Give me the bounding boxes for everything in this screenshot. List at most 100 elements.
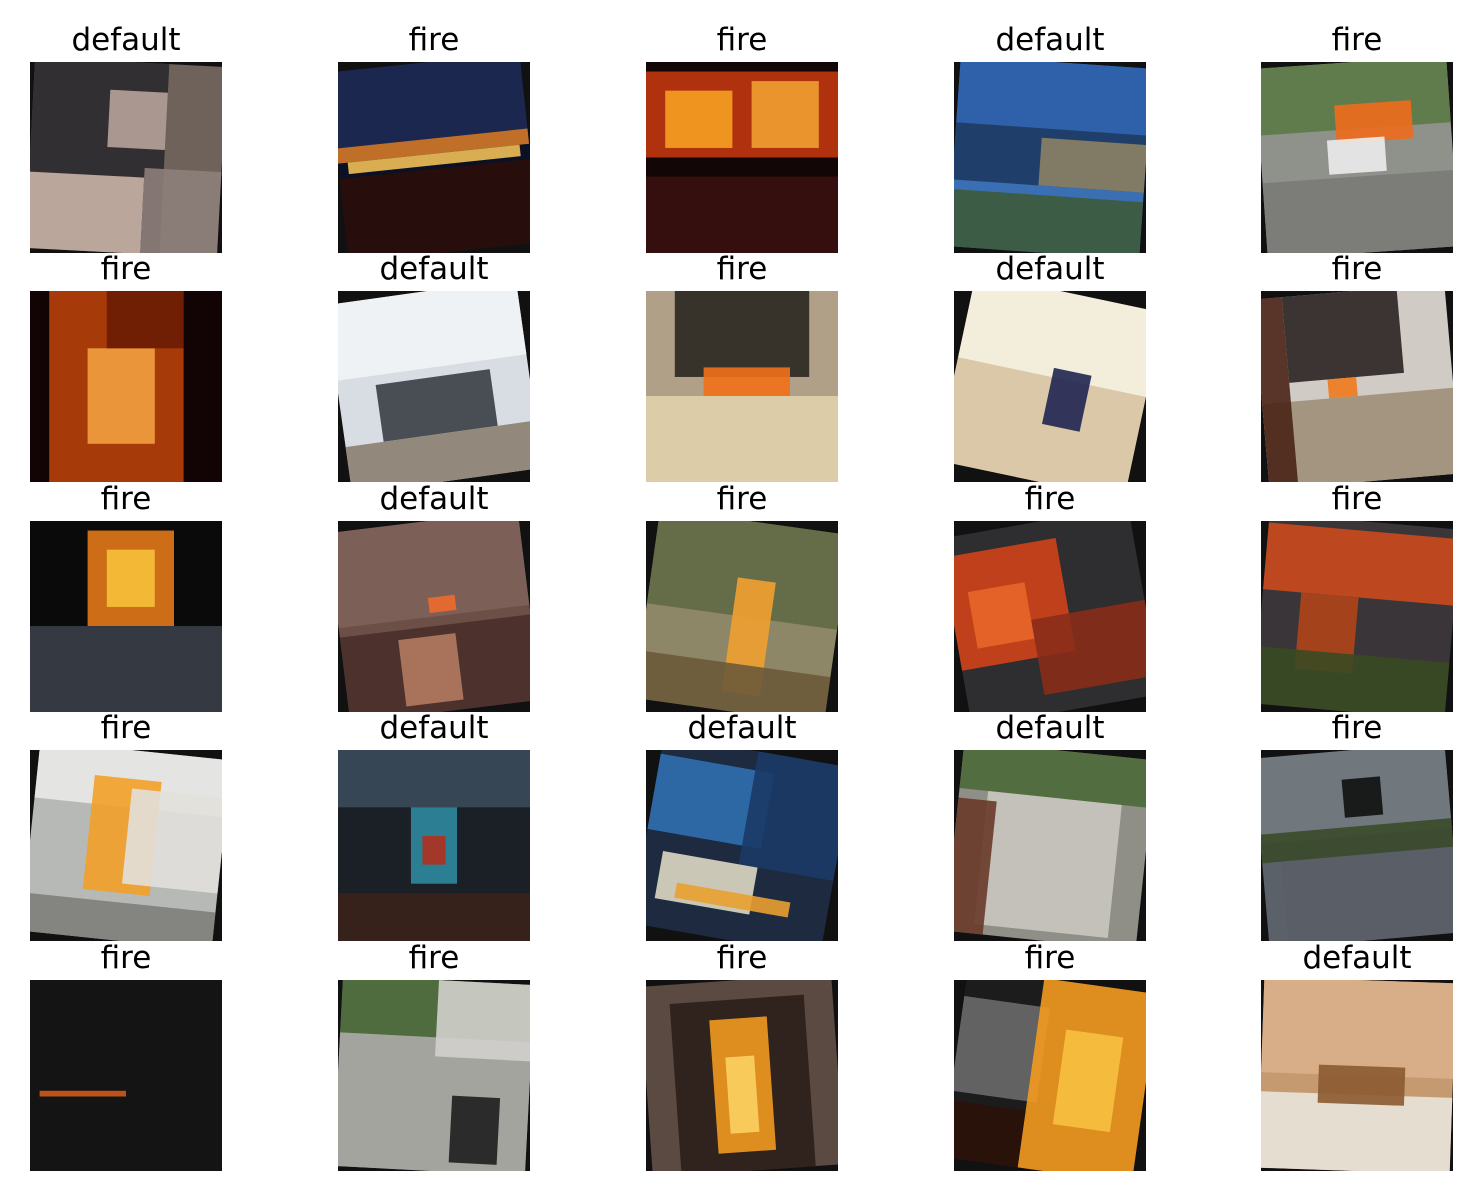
photo [646,62,838,253]
image-label: fire [408,22,460,58]
image-tile: default [954,229,1146,482]
photo [30,980,222,1171]
image-thumbnail [646,980,838,1171]
image-thumbnail [1261,521,1453,712]
photo [646,291,838,482]
image-tile: default [338,459,530,712]
image-thumbnail [646,750,838,941]
image-label: fire [716,251,768,287]
image-tile: default [1261,918,1453,1171]
image-tile: fire [30,229,222,482]
image-tile: fire [1261,459,1453,712]
image-thumbnail [30,62,222,253]
image-label: default [379,481,489,517]
image-tile: fire [954,918,1146,1171]
image-thumbnail [646,291,838,482]
image-tile: fire [30,459,222,712]
image-thumbnail [338,291,530,482]
photo [646,980,838,1171]
image-thumbnail [954,62,1146,253]
image-label: default [995,22,1105,58]
photo [30,750,222,941]
image-label: fire [1331,481,1383,517]
image-label: default [379,710,489,746]
photo [338,291,530,482]
photo [1261,291,1453,482]
photo [954,980,1146,1171]
image-tile: default [646,688,838,941]
image-label: fire [100,710,152,746]
image-tile: fire [1261,688,1453,941]
image-tile: default [954,0,1146,253]
photo [1261,980,1453,1171]
image-label: fire [100,251,152,287]
image-thumbnail [338,980,530,1171]
image-tile: default [338,229,530,482]
photo [338,980,530,1171]
image-label: fire [716,940,768,976]
photo [338,750,530,941]
image-tile: fire [646,918,838,1171]
photo [1261,62,1453,253]
image-thumbnail [954,521,1146,712]
image-label: default [1302,940,1412,976]
photo [1261,521,1453,712]
image-label: fire [1331,710,1383,746]
image-tile: fire [30,918,222,1171]
image-label: fire [1331,251,1383,287]
image-thumbnail [954,750,1146,941]
image-label: default [71,22,181,58]
image-tile: default [338,688,530,941]
image-thumbnail [338,750,530,941]
image-thumbnail [338,521,530,712]
image-label: default [379,251,489,287]
image-thumbnail [30,521,222,712]
photo [30,62,222,253]
photo [30,291,222,482]
image-tile: default [30,0,222,253]
image-tile: fire [338,918,530,1171]
image-thumbnail [30,750,222,941]
photo [646,750,838,941]
image-tile: fire [954,459,1146,712]
image-tile: fire [1261,0,1453,253]
image-label: default [687,710,797,746]
image-tile: default [954,688,1146,941]
photo [338,521,530,712]
photo [954,62,1146,253]
image-thumbnail [646,521,838,712]
image-label: default [995,710,1105,746]
photo [954,521,1146,712]
image-thumbnail [954,980,1146,1171]
image-thumbnail [1261,980,1453,1171]
image-tile: fire [646,459,838,712]
image-thumbnail [1261,291,1453,482]
image-label: fire [408,940,460,976]
image-label: fire [716,481,768,517]
image-tile: fire [1261,229,1453,482]
image-label: fire [1024,940,1076,976]
image-thumbnail [954,291,1146,482]
image-grid: default fire fire default fire fire default fir… [0,0,1482,1201]
photo [338,62,530,253]
photo [646,521,838,712]
photo [1261,750,1453,941]
image-label: fire [100,940,152,976]
image-tile: fire [646,229,838,482]
image-thumbnail [30,980,222,1171]
image-tile: fire [646,0,838,253]
image-label: fire [1331,22,1383,58]
image-thumbnail [1261,750,1453,941]
image-label: fire [1024,481,1076,517]
photo [30,521,222,712]
image-tile: fire [338,0,530,253]
image-thumbnail [1261,62,1453,253]
image-label: default [995,251,1105,287]
image-tile: fire [30,688,222,941]
image-thumbnail [338,62,530,253]
image-label: fire [100,481,152,517]
photo [954,750,1146,941]
image-thumbnail [646,62,838,253]
image-thumbnail [30,291,222,482]
photo [954,291,1146,482]
